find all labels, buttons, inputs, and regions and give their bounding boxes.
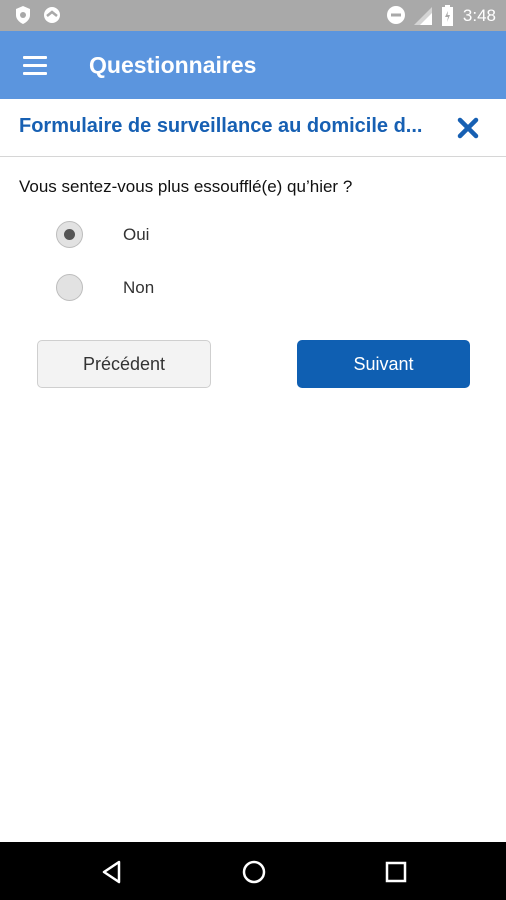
signal-icon	[414, 7, 432, 25]
question-text: Vous sentez-vous plus essoufflé(e) qu’hi…	[19, 177, 353, 196]
radio-button-selected[interactable]	[56, 221, 83, 248]
close-icon[interactable]	[456, 116, 480, 140]
app-title: Questionnaires	[89, 52, 257, 78]
radio-label: Oui	[123, 225, 150, 244]
status-bar: 3:48	[0, 0, 506, 31]
navigation-bar	[0, 842, 506, 900]
do-not-disturb-icon	[387, 6, 405, 24]
recent-apps-icon[interactable]	[383, 859, 409, 885]
home-icon[interactable]	[241, 859, 267, 885]
status-time: 3:48	[462, 6, 496, 25]
battery-icon	[442, 5, 453, 26]
back-icon[interactable]	[99, 859, 125, 885]
hamburger-menu-icon[interactable]	[23, 56, 47, 75]
radio-option-non[interactable]: Non	[56, 274, 356, 306]
radio-option-oui[interactable]: Oui	[56, 221, 356, 253]
next-button[interactable]: Suivant	[297, 340, 470, 388]
shield-icon	[16, 6, 30, 24]
previous-button[interactable]: Précédent	[37, 340, 211, 388]
radio-label: Non	[123, 278, 155, 297]
sync-notification-icon	[44, 7, 60, 23]
form-title: Formulaire de surveillance au domicile d…	[19, 115, 423, 137]
app-bar: Questionnaires	[0, 31, 506, 99]
form-header: Formulaire de surveillance au domicile d…	[0, 99, 506, 157]
radio-button[interactable]	[56, 274, 83, 301]
